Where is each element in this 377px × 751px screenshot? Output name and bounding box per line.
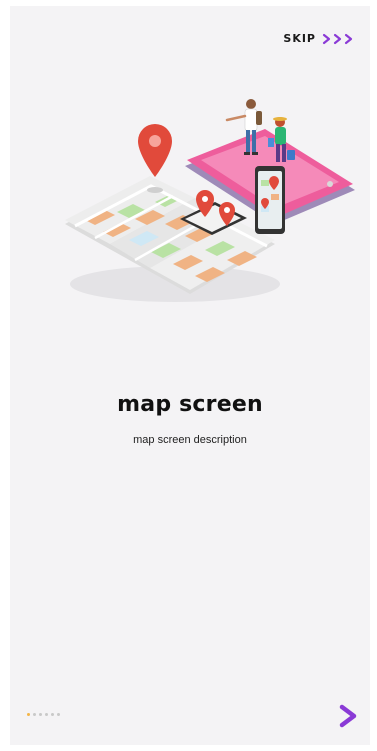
page-dot [39,713,42,716]
page-dot [45,713,48,716]
slide-title: map screen [117,392,263,417]
page-dot [33,713,36,716]
page-dot [51,713,54,716]
triple-chevron-right-icon [322,33,353,44]
skip-label: SKIP [283,32,316,45]
page-dot [57,713,60,716]
skip-button[interactable]: SKIP [283,32,356,45]
map-illustration [65,99,355,302]
chevron-right-icon [339,704,357,728]
page-dot-active [27,713,30,716]
next-button[interactable] [336,703,362,729]
page-indicator [27,713,60,716]
onboarding-screen: SKIP map screen map screen description [10,6,370,745]
standing-phone [255,166,285,234]
slide-description: map screen description [133,434,247,446]
